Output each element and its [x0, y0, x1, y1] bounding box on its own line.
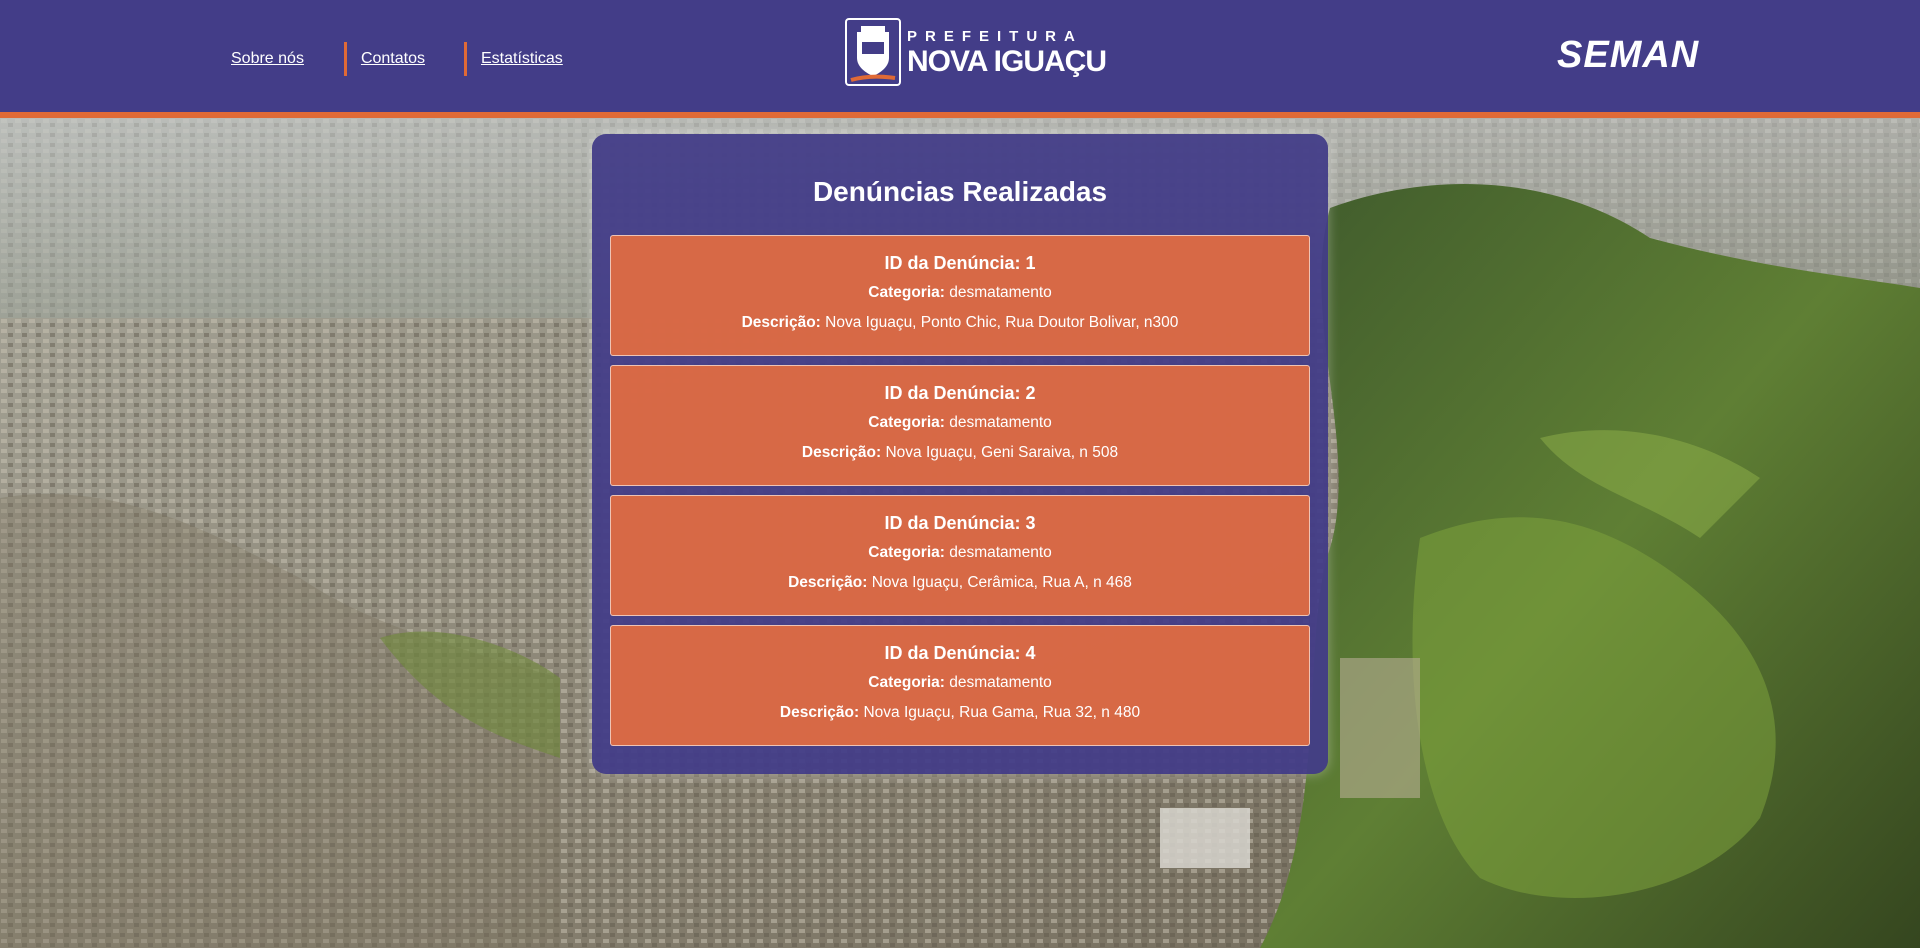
- complaint-card: ID da Denúncia: 2 Categoria: desmatament…: [610, 365, 1310, 486]
- complaint-description: Descrição: Nova Iguaçu, Cerâmica, Rua A,…: [788, 574, 1132, 591]
- nav-link-about[interactable]: Sobre nós: [231, 50, 304, 68]
- nav-link-contacts[interactable]: Contatos: [361, 50, 425, 68]
- site-header: Sobre nós Contatos Estatísticas PREFEITU…: [0, 0, 1920, 112]
- nav-divider: [463, 42, 467, 76]
- complaints-panel: Denúncias Realizadas ID da Denúncia: 1 C…: [592, 134, 1328, 774]
- city-coat-of-arms-icon: [845, 18, 901, 86]
- prefeitura-logo[interactable]: PREFEITURA NOVA IGUAÇU: [845, 18, 1107, 86]
- complaint-id: ID da Denúncia: 1: [884, 253, 1036, 273]
- complaint-description: Descrição: Nova Iguaçu, Ponto Chic, Rua …: [741, 314, 1179, 331]
- complaint-category: Categoria: desmatamento: [868, 414, 1052, 431]
- top-nav: Sobre nós Contatos Estatísticas: [231, 42, 563, 76]
- complaint-category: Categoria: desmatamento: [868, 544, 1052, 561]
- logo-top-text: PREFEITURA: [907, 28, 1083, 45]
- complaint-category: Categoria: desmatamento: [868, 674, 1052, 691]
- complaint-category: Categoria: desmatamento: [868, 284, 1052, 301]
- header-accent-stripe: [0, 112, 1920, 118]
- complaint-id: ID da Denúncia: 4: [884, 643, 1036, 663]
- complaints-list: ID da Denúncia: 1 Categoria: desmatament…: [610, 235, 1310, 755]
- complaint-card: ID da Denúncia: 1 Categoria: desmatament…: [610, 235, 1310, 356]
- complaint-description: Descrição: Nova Iguaçu, Geni Saraiva, n …: [801, 444, 1119, 461]
- complaint-id: ID da Denúncia: 2: [884, 383, 1036, 403]
- complaint-card: ID da Denúncia: 4 Categoria: desmatament…: [610, 625, 1310, 746]
- complaint-card: ID da Denúncia: 3 Categoria: desmatament…: [610, 495, 1310, 616]
- logo-bottom-text: NOVA IGUAÇU: [907, 45, 1107, 78]
- nav-divider: [343, 42, 347, 76]
- page-title: Denúncias Realizadas: [812, 176, 1108, 207]
- complaint-description: Descrição: Nova Iguaçu, Rua Gama, Rua 32…: [779, 704, 1141, 721]
- complaint-id: ID da Denúncia: 3: [884, 513, 1036, 533]
- nav-link-statistics[interactable]: Estatísticas: [481, 50, 563, 68]
- seman-logo[interactable]: SEMAN: [1557, 34, 1699, 77]
